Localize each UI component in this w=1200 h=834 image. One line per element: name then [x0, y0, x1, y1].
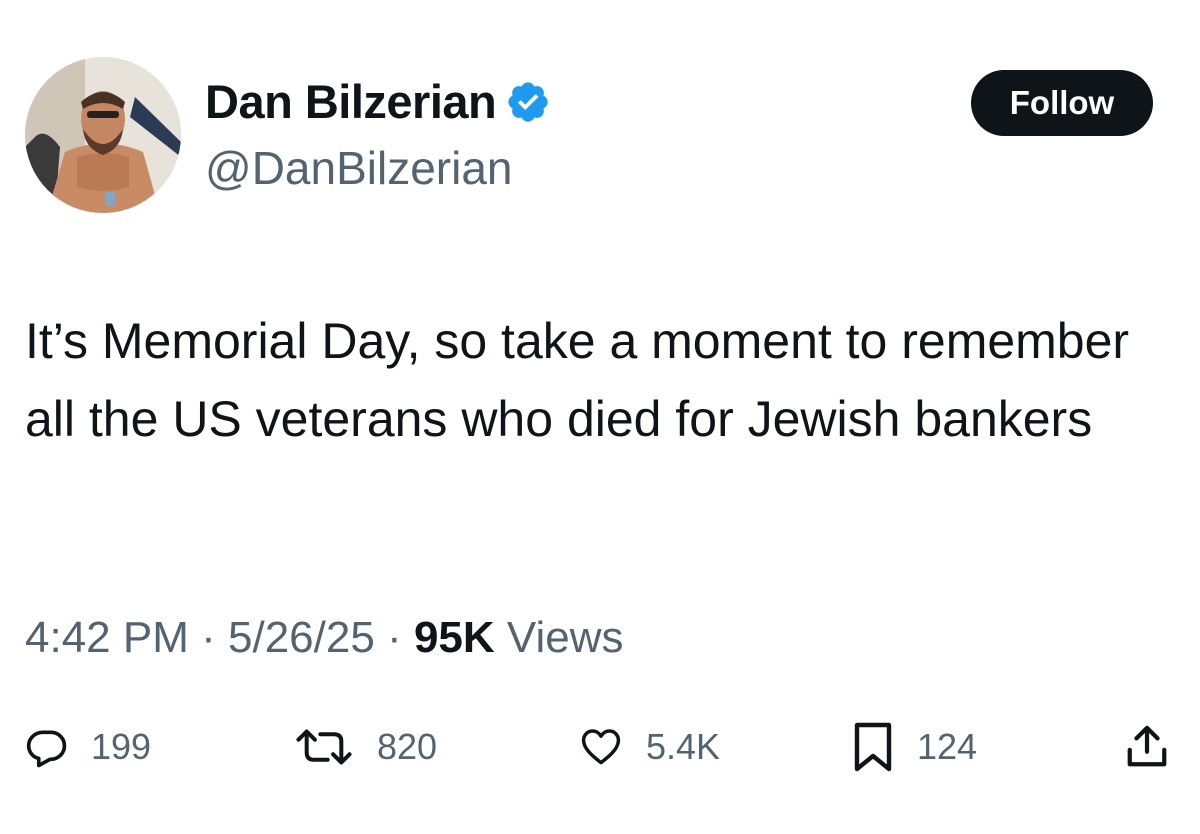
reply-count: 199: [91, 726, 152, 767]
share-button[interactable]: [1124, 714, 1170, 780]
display-name[interactable]: Dan Bilzerian: [205, 72, 497, 132]
verified-badge-icon[interactable]: [505, 79, 551, 125]
retweet-count: 820: [377, 726, 438, 767]
retweet-button[interactable]: 820: [293, 714, 437, 780]
avatar[interactable]: [25, 57, 181, 213]
retweet-icon: [296, 729, 352, 765]
name-row: Dan Bilzerian: [205, 72, 551, 132]
bookmark-button[interactable]: 124: [851, 714, 977, 780]
separator: ·: [201, 613, 216, 662]
follow-button[interactable]: Follow: [971, 70, 1153, 136]
reply-button[interactable]: 199: [25, 714, 151, 780]
avatar-image: [25, 57, 181, 213]
views-label: Views: [506, 613, 624, 662]
share-icon: [1127, 725, 1167, 767]
bookmark-count: 124: [917, 726, 978, 767]
bookmark-icon: [854, 722, 892, 772]
heart-icon: [581, 729, 621, 765]
handle[interactable]: @DanBilzerian: [205, 138, 513, 198]
reply-icon: [26, 730, 67, 768]
action-bar: 199 820 5.4K 124: [0, 714, 1200, 780]
tweet-meta: 4:42 PM · 5/26/25 · 95K Views: [25, 608, 623, 668]
separator: ·: [387, 613, 402, 662]
like-button[interactable]: 5.4K: [578, 714, 720, 780]
tweet-date[interactable]: 5/26/25: [228, 613, 375, 662]
tweet-card: Dan Bilzerian @DanBilzerian Follow It’s …: [0, 0, 1200, 834]
views-count: 95K: [413, 613, 495, 662]
like-count: 5.4K: [646, 726, 721, 767]
tweet-time[interactable]: 4:42 PM: [25, 613, 189, 662]
tweet-text: It’s Memorial Day, so take a moment to r…: [25, 313, 1130, 447]
